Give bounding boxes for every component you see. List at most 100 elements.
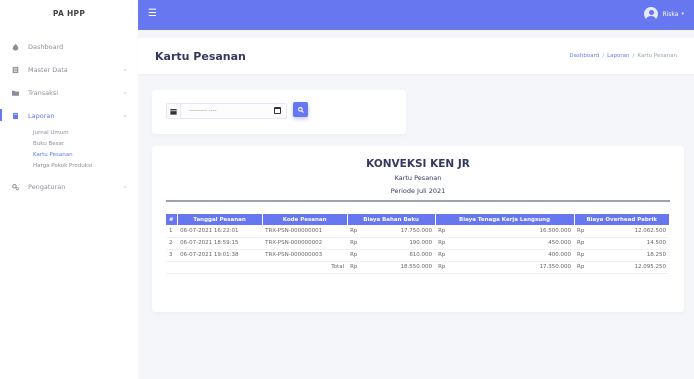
report-table: # Tanggal Pesanan Kode Pesanan Biaya Bah… [166,214,669,274]
cell-bahan: 17.750.000 [367,225,436,238]
calendar-prefix [167,104,181,118]
sidebar-item-label: Pengaturan [28,182,66,191]
submenu-item-jurnal-umum[interactable]: Jurnal Umum [33,127,138,138]
chevron-down-icon: › [121,114,129,117]
cell-no: 2 [166,237,178,250]
submenu-item-kartu-pesanan[interactable]: Kartu Pesanan [33,149,138,160]
cell-currency: Rp [577,227,585,234]
cell-tanggal: 06-07-2021 19:01:38 [177,249,263,262]
cell-tanggal: 06-07-2021 16:22:01 [177,225,263,238]
avatar [644,7,659,21]
sidebar-item-label: Dashboard [28,42,64,51]
calendar-icon [170,108,177,115]
submenu-item-harga-pokok-produksi[interactable]: Harga Pokok Produksi [33,160,138,171]
database-icon [12,66,19,73]
cell-currency: Rp [347,237,368,250]
sidebar-item-label: Transaksi [28,88,59,97]
cell-tenaga: 450.000 [455,237,574,250]
cell-no: 3 [166,249,178,262]
cell-currency: Rp [435,261,456,274]
cell-currency: Rp [435,225,456,238]
cell-currency: Rp [577,264,585,270]
chevron-right-icon: › [121,68,129,71]
divider [166,200,670,202]
breadcrumb: Dashboard / Laporan / Kartu Pesanan [569,53,677,59]
cell-bahan: 610.000 [367,249,436,262]
cell-tenaga: 400.000 [455,249,574,262]
hamburger-icon[interactable]: ☰ [148,9,157,19]
cell-overhead: Rp 18.250 [574,249,669,262]
cell-tenaga: 16.500.000 [455,225,574,238]
month-input[interactable]: --------- ---- [181,104,286,118]
table-row: 3 06-07-2021 19:01:38 TRX-PSN-000000003 … [166,249,669,262]
cell-currency: Rp [435,249,456,262]
page-title: Kartu Pesanan [155,50,246,63]
user-name: Riska [662,10,679,18]
sidebar-item-label: Laporan [28,111,55,120]
total-tenaga: 17.350.000 [455,261,574,274]
cell-currency: Rp [347,225,368,238]
folder-icon [12,90,19,96]
sidebar: PA HPP Dashboard Master Data › Transaksi… [0,0,138,379]
col-kode: Kode Pesanan [262,214,348,225]
total-overhead-cell: Rp 12.095.250 [574,261,669,274]
cell-kode: TRX-PSN-000000002 [262,237,348,250]
sidebar-item-label: Master Data [28,65,68,74]
table-row: 2 06-07-2021 18:59:15 TRX-PSN-000000002 … [166,237,669,250]
breadcrumb-laporan[interactable]: Laporan [607,53,629,59]
cell-overhead: Rp 12.062.500 [574,225,669,238]
total-label: Total [166,261,348,274]
sidebar-nav: Dashboard Master Data › Transaksi › Lapo… [0,35,138,198]
total-row: Total Rp 18.550.000 Rp 17.350.000 Rp 12.0… [166,261,669,274]
book-icon [13,112,18,119]
cell-kode: TRX-PSN-000000003 [262,249,348,262]
total-overhead: 12.095.250 [634,264,667,270]
fire-icon [12,43,19,50]
sidebar-item-pengaturan[interactable]: Pengaturan › [0,175,138,198]
cell-currency: Rp [577,240,585,246]
breadcrumb-dashboard[interactable]: Dashboard [569,53,599,59]
search-icon [297,106,304,113]
sidebar-item-transaksi[interactable]: Transaksi › [0,81,138,104]
cell-bahan: 190.000 [367,237,436,250]
col-bahan: Biaya Bahan Baku [347,214,436,225]
cell-overhead-value: 18.250 [646,252,666,258]
cell-currency: Rp [435,237,456,250]
col-no: # [166,214,178,225]
chevron-right-icon: › [121,185,129,188]
sidebar-item-master-data[interactable]: Master Data › [0,58,138,81]
cell-overhead: Rp 14.500 [574,237,669,250]
cell-overhead-value: 12.062.500 [634,227,667,234]
submenu-item-buku-besar[interactable]: Buku Besar [33,138,138,149]
breadcrumb-current: Kartu Pesanan [637,53,677,59]
report-subtitle: Kartu Pesanan [394,174,442,182]
cell-currency: Rp [347,249,368,262]
cell-currency: Rp [347,261,368,274]
topbar: ☰ Riska ▾ [138,0,694,30]
report-period: Periode Juli 2021 [390,187,446,195]
sidebar-item-dashboard[interactable]: Dashboard [0,35,138,58]
col-tanggal: Tanggal Pesanan [177,214,263,225]
table-row: 1 06-07-2021 16:22:01 TRX-PSN-000000001 … [166,225,669,238]
report-company: KONVEKSI KEN JR [366,158,470,170]
date-filter-group: --------- ---- [166,103,287,119]
active-indicator [0,109,2,121]
chevron-right-icon: › [121,91,129,94]
calendar-picker-icon[interactable] [274,107,281,114]
cell-overhead-value: 14.500 [646,240,666,246]
col-overhead: Biaya Overhead Pabrik [574,214,669,225]
laporan-submenu: Jurnal Umum Buku Besar Kartu Pesanan Har… [0,127,138,171]
cell-no: 1 [166,225,178,238]
gears-icon [12,183,19,190]
search-button[interactable] [293,102,308,117]
filter-card: --------- ---- [152,90,406,134]
report-card: KONVEKSI KEN JR Kartu Pesanan Periode Ju… [152,146,684,312]
sidebar-item-laporan[interactable]: Laporan › [0,104,138,127]
cell-currency: Rp [577,252,585,258]
section-header: Kartu Pesanan Dashboard / Laporan / Kartu Pe… [138,38,694,74]
brand-logo[interactable]: PA HPP [0,0,138,27]
user-dropdown[interactable]: Riska ▾ [644,7,684,21]
total-bahan: 18.550.000 [367,261,436,274]
caret-down-icon: ▾ [681,11,684,17]
cell-tanggal: 06-07-2021 18:59:15 [177,237,263,250]
